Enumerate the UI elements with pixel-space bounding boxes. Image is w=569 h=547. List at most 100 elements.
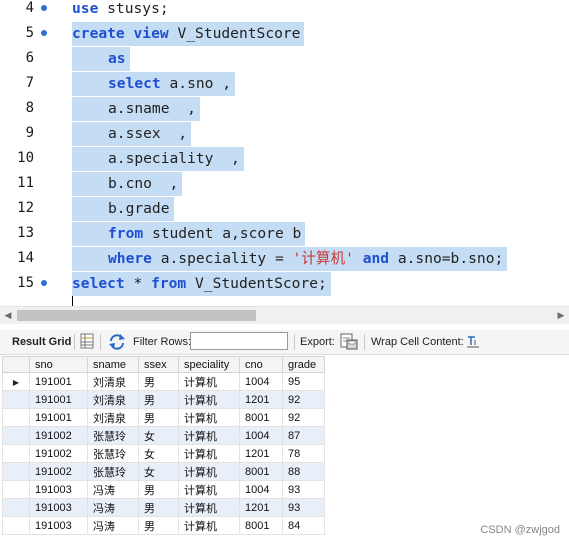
sql-editor[interactable]: 4 use stusys; 5 create view V_StudentScore 6… [0, 0, 569, 300]
table-cell[interactable]: 计算机 [178, 480, 240, 499]
column-header-speciality[interactable]: speciality [178, 356, 240, 373]
table-cell[interactable]: 84 [282, 516, 325, 535]
table-cell[interactable]: 88 [282, 462, 325, 481]
column-header-ssex[interactable]: ssex [138, 356, 179, 373]
table-row[interactable]: 191003 冯涛男计算机 1201 93 [2, 498, 325, 517]
table-cell[interactable]: 78 [282, 444, 325, 463]
table-cell[interactable]: 男 [138, 408, 179, 427]
statement-marker-icon[interactable] [41, 280, 47, 286]
horizontal-scrollbar[interactable]: ◀ ▶ [0, 306, 569, 324]
code-line[interactable]: 6 as [0, 46, 569, 71]
row-marker[interactable]: ▶ [2, 372, 30, 391]
result-grid-tab[interactable]: Result Grid [12, 330, 71, 354]
table-cell[interactable]: 刘清泉 [87, 390, 139, 409]
table-cell[interactable]: 8001 [239, 462, 283, 481]
table-cell[interactable]: 男 [138, 498, 179, 517]
refresh-icon[interactable] [108, 333, 126, 350]
table-cell[interactable]: 191003 [29, 498, 88, 517]
table-row[interactable]: 191001 刘清泉男计算机 8001 92 [2, 408, 325, 427]
table-cell[interactable]: 女 [138, 462, 179, 481]
code-line[interactable]: 9 a.ssex , [0, 121, 569, 146]
table-cell[interactable]: 计算机 [178, 372, 240, 391]
table-cell[interactable]: 1004 [239, 372, 283, 391]
row-marker[interactable] [2, 444, 30, 463]
grid-view-icon[interactable] [80, 333, 94, 349]
table-cell[interactable]: 计算机 [178, 462, 240, 481]
table-row[interactable]: 191003 冯涛男计算机 1004 93 [2, 480, 325, 499]
table-cell[interactable]: 1004 [239, 480, 283, 499]
table-cell[interactable]: 191003 [29, 516, 88, 535]
table-cell[interactable]: 刘清泉 [87, 372, 139, 391]
table-cell[interactable]: 冯涛 [87, 516, 139, 535]
row-marker[interactable] [2, 498, 30, 517]
code-line[interactable]: 14 where a.speciality = '计算机' and a.sno=b… [0, 246, 569, 271]
table-cell[interactable]: 87 [282, 426, 325, 445]
row-marker[interactable] [2, 408, 30, 427]
table-cell[interactable]: 95 [282, 372, 325, 391]
code-line[interactable]: 11 b.cno , [0, 171, 569, 196]
table-cell[interactable]: 1004 [239, 426, 283, 445]
table-cell[interactable]: 93 [282, 480, 325, 499]
table-cell[interactable]: 191001 [29, 408, 88, 427]
scrollbar-thumb[interactable] [17, 310, 256, 321]
table-cell[interactable]: 女 [138, 426, 179, 445]
row-marker[interactable] [2, 480, 30, 499]
result-grid[interactable]: sno sname ssex speciality cno grade ▶ 191001 刘清… [2, 356, 325, 535]
column-header-cno[interactable]: cno [239, 356, 283, 373]
table-cell[interactable]: 计算机 [178, 426, 240, 445]
wrap-text-icon[interactable] [466, 335, 480, 349]
table-cell[interactable]: 男 [138, 516, 179, 535]
table-cell[interactable]: 刘清泉 [87, 408, 139, 427]
row-marker[interactable] [2, 462, 30, 481]
table-cell[interactable]: 191001 [29, 372, 88, 391]
table-cell[interactable]: 计算机 [178, 390, 240, 409]
table-cell[interactable]: 1201 [239, 498, 283, 517]
table-cell[interactable]: 男 [138, 480, 179, 499]
column-header-grade[interactable]: grade [282, 356, 325, 373]
table-cell[interactable]: 女 [138, 444, 179, 463]
table-cell[interactable]: 冯涛 [87, 498, 139, 517]
table-row[interactable]: 191003 冯涛男计算机 8001 84 [2, 516, 325, 535]
table-row[interactable]: 191001 刘清泉男计算机 1201 92 [2, 390, 325, 409]
scroll-left-icon[interactable]: ◀ [0, 308, 16, 323]
table-cell[interactable]: 191002 [29, 462, 88, 481]
statement-marker-icon[interactable] [41, 30, 47, 36]
table-cell[interactable]: 93 [282, 498, 325, 517]
row-marker[interactable] [2, 426, 30, 445]
code-line[interactable]: 16 [0, 296, 569, 300]
scroll-right-icon[interactable]: ▶ [553, 308, 569, 323]
column-header-sname[interactable]: sname [87, 356, 139, 373]
row-marker[interactable] [2, 516, 30, 535]
table-row[interactable]: 191002 张慧玲女计算机 1004 87 [2, 426, 325, 445]
table-cell[interactable]: 8001 [239, 408, 283, 427]
table-cell[interactable]: 计算机 [178, 498, 240, 517]
code-line[interactable]: 4 use stusys; [0, 0, 569, 21]
table-cell[interactable]: 张慧玲 [87, 444, 139, 463]
table-cell[interactable]: 1201 [239, 444, 283, 463]
code-line[interactable]: 5 create view V_StudentScore [0, 21, 569, 46]
export-icon[interactable] [340, 333, 358, 350]
table-cell[interactable]: 男 [138, 372, 179, 391]
table-cell[interactable]: 8001 [239, 516, 283, 535]
table-cell[interactable]: 冯涛 [87, 480, 139, 499]
table-row[interactable]: ▶ 191001 刘清泉男计算机 1004 95 [2, 372, 325, 391]
table-cell[interactable]: 男 [138, 390, 179, 409]
code-line[interactable]: 7 select a.sno , [0, 71, 569, 96]
code-line[interactable]: 13 from student a,score b [0, 221, 569, 246]
table-cell[interactable]: 191001 [29, 390, 88, 409]
code-line[interactable]: 15 select * from V_StudentScore; [0, 271, 569, 296]
table-cell[interactable]: 计算机 [178, 408, 240, 427]
table-cell[interactable]: 1201 [239, 390, 283, 409]
table-cell[interactable]: 张慧玲 [87, 462, 139, 481]
table-row[interactable]: 191002 张慧玲女计算机 8001 88 [2, 462, 325, 481]
table-cell[interactable]: 191002 [29, 444, 88, 463]
code-line[interactable]: 8 a.sname , [0, 96, 569, 121]
table-cell[interactable]: 191003 [29, 480, 88, 499]
filter-rows-input[interactable] [190, 332, 288, 350]
table-cell[interactable]: 张慧玲 [87, 426, 139, 445]
code-line[interactable]: 12 b.grade [0, 196, 569, 221]
code-line[interactable]: 10 a.speciality , [0, 146, 569, 171]
statement-marker-icon[interactable] [41, 5, 47, 11]
column-header-sno[interactable]: sno [29, 356, 88, 373]
table-cell[interactable]: 计算机 [178, 516, 240, 535]
